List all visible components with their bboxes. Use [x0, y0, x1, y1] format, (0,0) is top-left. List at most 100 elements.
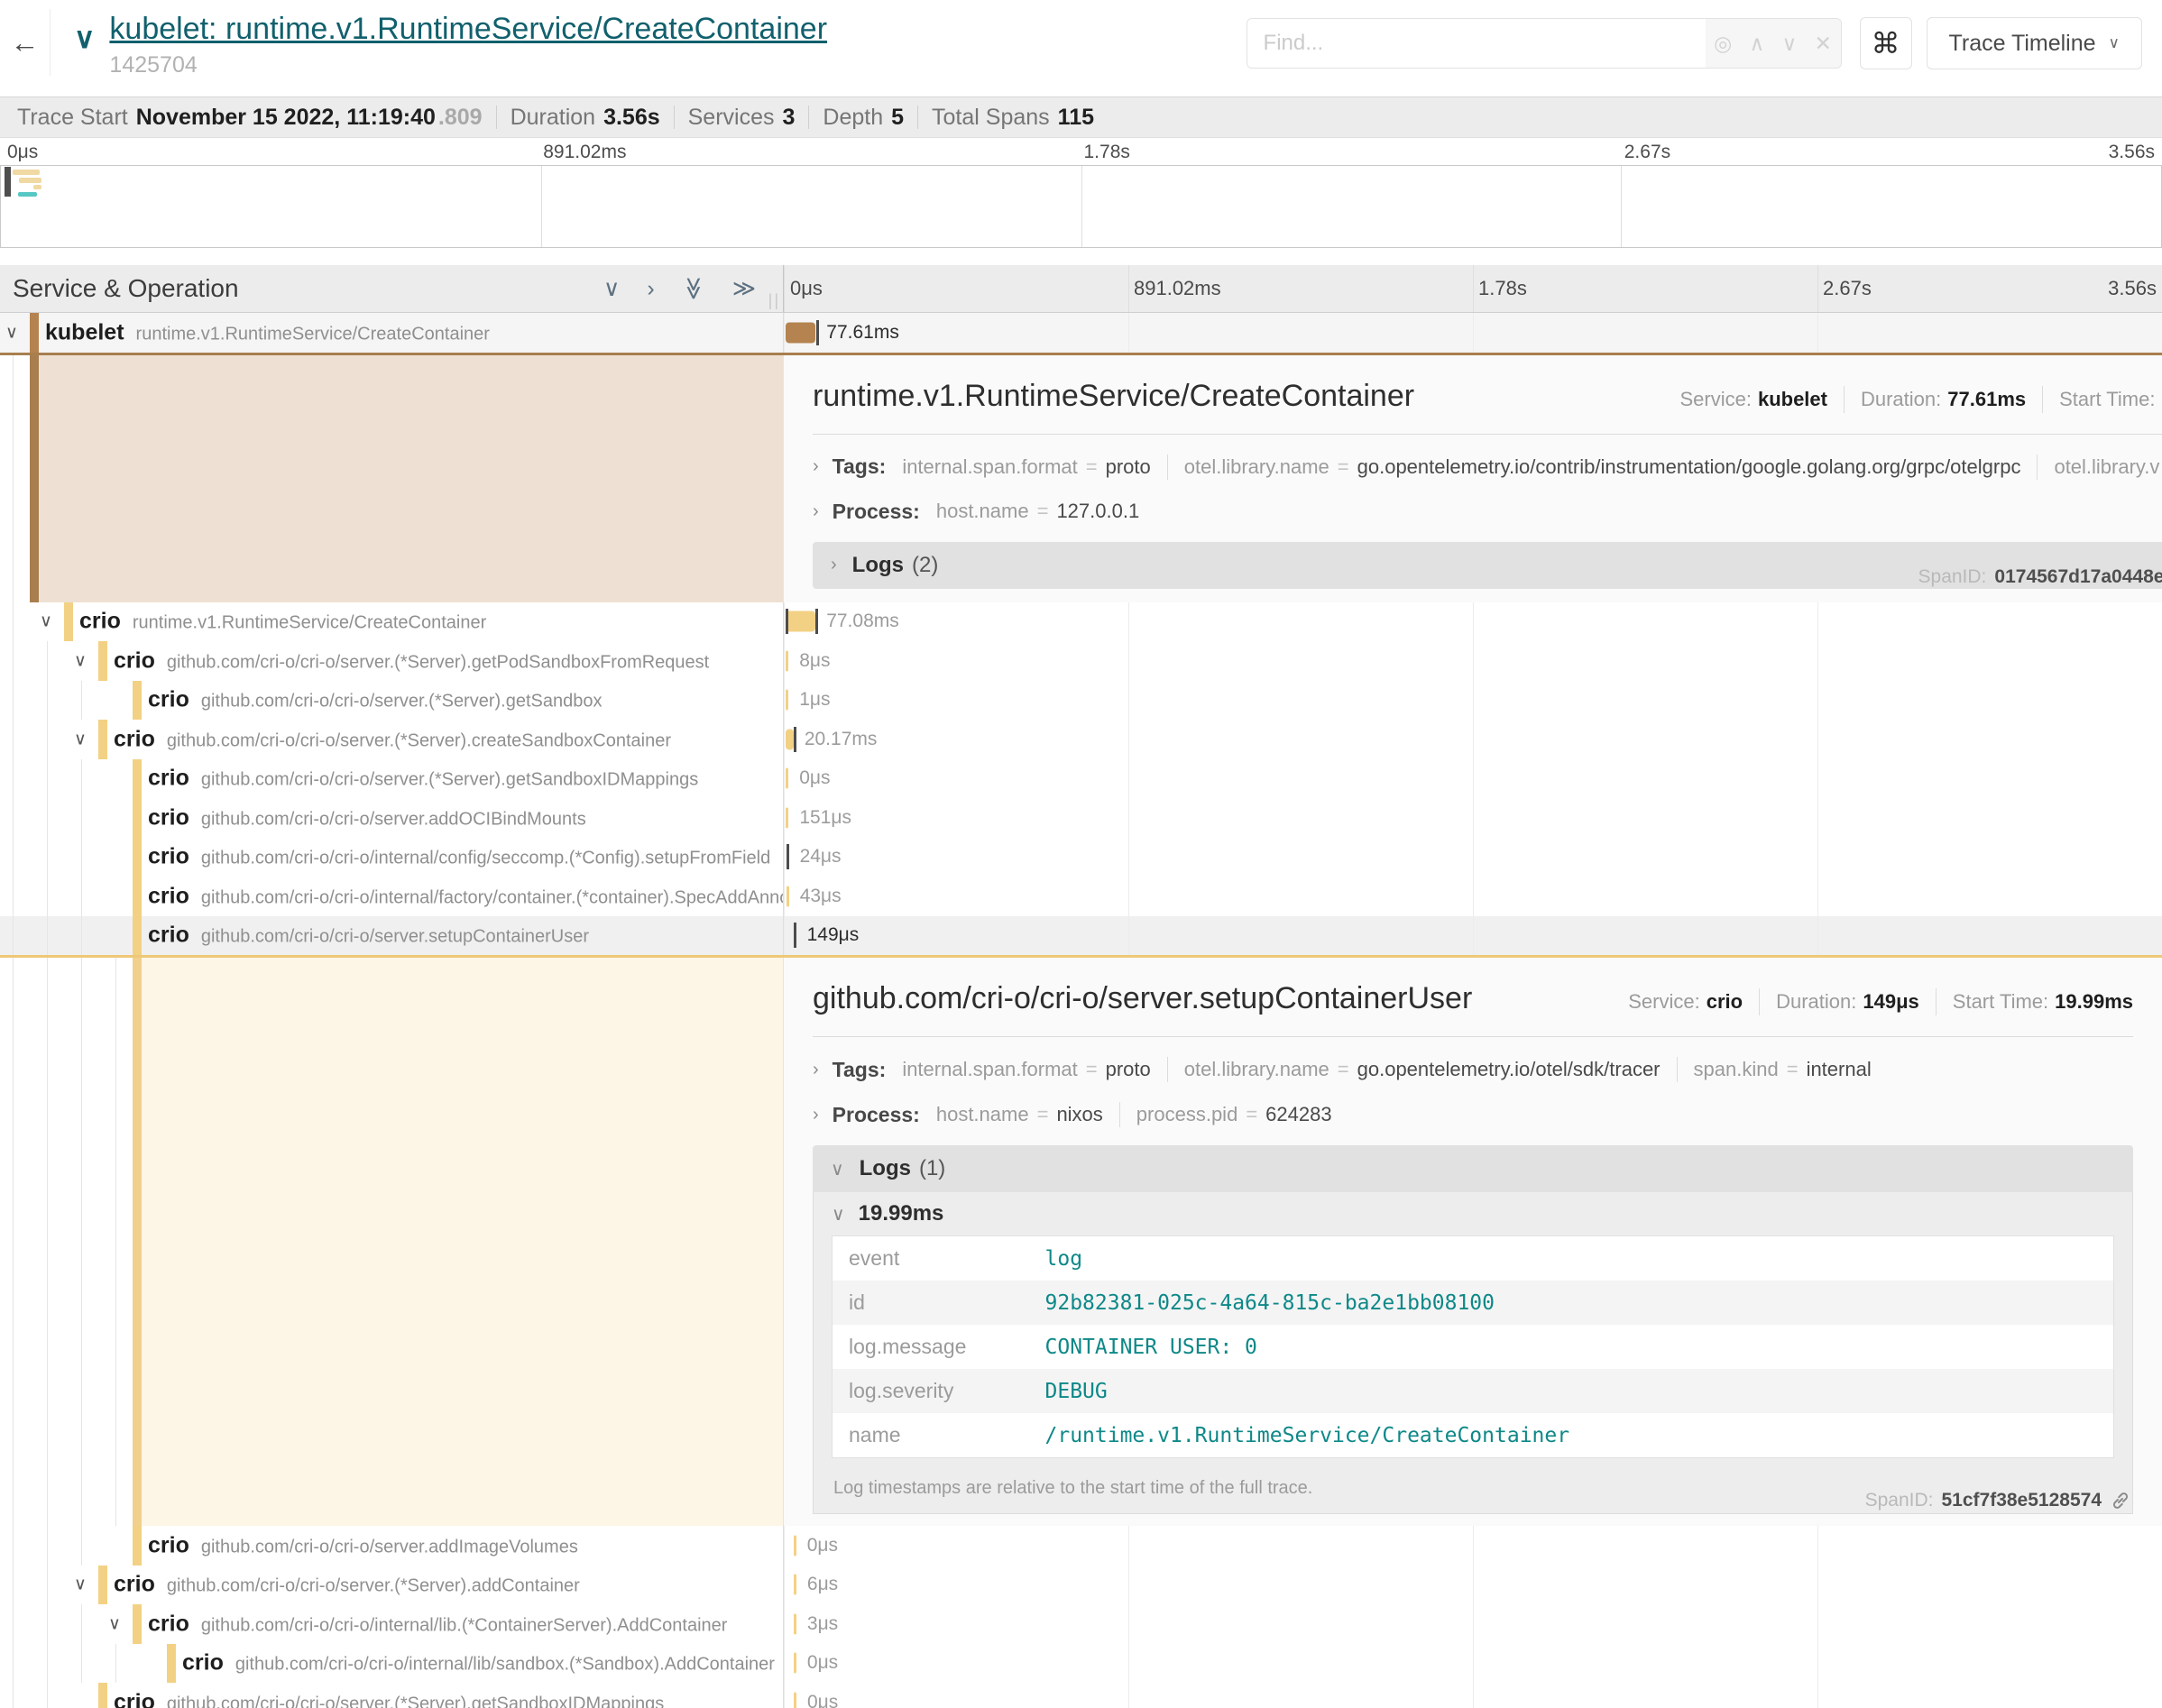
span-collapse-chevron-icon[interactable]: ∨: [108, 1613, 121, 1634]
keyboard-shortcuts-button[interactable]: ⌘: [1860, 17, 1912, 69]
span-timeline-cell[interactable]: 24μs: [784, 838, 2162, 877]
span-bar[interactable]: [786, 807, 788, 828]
find-clear-icon[interactable]: ✕: [1815, 32, 1832, 56]
span-row[interactable]: ∨criogithub.com/cri-o/cri-o/server.(*Ser…: [0, 720, 2162, 759]
logs-toggle[interactable]: ∨ Logs (1): [813, 1145, 2133, 1192]
span-collapse-chevron-icon[interactable]: ∨: [5, 322, 18, 343]
column-resize-handle[interactable]: ||: [768, 291, 780, 310]
span-name-cell[interactable]: criogithub.com/cri-o/cri-o/server.addIma…: [0, 1526, 784, 1566]
tags-row[interactable]: › Tags: internal.span.format=protootel.l…: [813, 1057, 2133, 1082]
span-row[interactable]: criogithub.com/cri-o/cri-o/server.addOCI…: [0, 798, 2162, 838]
span-name-cell[interactable]: criogithub.com/cri-o/cri-o/server.(*Serv…: [0, 681, 784, 721]
find-prev-icon[interactable]: ∧: [1749, 32, 1764, 56]
span-timeline-cell[interactable]: 0μs: [784, 1644, 2162, 1684]
operation-name: runtime.v1.RuntimeService/CreateContaine…: [136, 324, 490, 344]
trace-depth: Depth 5: [809, 105, 917, 131]
span-row[interactable]: criogithub.com/cri-o/cri-o/server.(*Serv…: [0, 681, 2162, 721]
span-timeline-cell[interactable]: 151μs: [784, 798, 2162, 838]
span-timeline-cell[interactable]: 20.17ms: [784, 720, 2162, 759]
minimap-span: [18, 192, 37, 197]
span-name-cell[interactable]: criogithub.com/cri-o/cri-o/server.addOCI…: [0, 798, 784, 838]
span-timeline-cell[interactable]: 149μs: [784, 916, 2162, 956]
span-bar[interactable]: [787, 886, 789, 906]
log-field-row: log.severityDEBUG: [833, 1369, 2114, 1413]
span-name-cell[interactable]: criogithub.com/cri-o/cri-o/server.setupC…: [0, 916, 784, 956]
span-timeline-cell[interactable]: 3μs: [784, 1604, 2162, 1644]
span-bar[interactable]: [786, 611, 815, 632]
service-color-bar: [98, 641, 107, 681]
trace-minimap[interactable]: [0, 165, 2162, 248]
find-controls: ◎ ∧ ∨ ✕: [1706, 19, 1841, 68]
span-row[interactable]: criogithub.com/cri-o/cri-o/server.setupC…: [0, 916, 2162, 956]
process-row[interactable]: › Process: host.name=127.0.0.1: [813, 500, 2162, 524]
span-timeline-cell[interactable]: 1μs: [784, 681, 2162, 721]
tags-row[interactable]: › Tags: internal.span.format=protootel.l…: [813, 455, 2162, 480]
span-row[interactable]: criogithub.com/cri-o/cri-o/server.(*Serv…: [0, 759, 2162, 799]
span-row[interactable]: ∨criogithub.com/cri-o/cri-o/server.(*Ser…: [0, 641, 2162, 681]
expand-one-icon[interactable]: ›: [647, 276, 654, 302]
span-row[interactable]: ∨kubeletruntime.v1.RuntimeService/Create…: [0, 313, 2162, 353]
span-row[interactable]: criogithub.com/cri-o/cri-o/server.addIma…: [0, 1526, 2162, 1566]
span-duration-label: 77.08ms: [826, 611, 899, 632]
span-timeline-cell[interactable]: 77.08ms: [784, 602, 2162, 642]
span-bar[interactable]: [786, 768, 788, 789]
span-duration-label: 24μs: [800, 846, 842, 868]
span-name-cell[interactable]: ∨criogithub.com/cri-o/cri-o/internal/lib…: [0, 1604, 784, 1644]
find-target-icon[interactable]: ◎: [1714, 32, 1732, 56]
span-name-cell[interactable]: criogithub.com/cri-o/cri-o/internal/conf…: [0, 838, 784, 877]
span-bar[interactable]: [786, 322, 815, 343]
span-name-cell[interactable]: criogithub.com/cri-o/cri-o/server.(*Serv…: [0, 759, 784, 799]
span-row[interactable]: criogithub.com/cri-o/cri-o/internal/conf…: [0, 838, 2162, 877]
span-name-cell[interactable]: criogithub.com/cri-o/cri-o/internal/fact…: [0, 877, 784, 916]
span-row[interactable]: criogithub.com/cri-o/cri-o/internal/lib/…: [0, 1644, 2162, 1684]
tag-item: internal.span.format=proto: [893, 1058, 1166, 1081]
view-selector-button[interactable]: Trace Timeline ∨: [1927, 17, 2142, 69]
span-timeline-cell[interactable]: 0μs: [784, 1683, 2162, 1708]
span-name-cell[interactable]: criogithub.com/cri-o/cri-o/server.(*Serv…: [0, 1683, 784, 1708]
span-bar[interactable]: [794, 1653, 796, 1674]
span-row[interactable]: ∨criogithub.com/cri-o/cri-o/server.(*Ser…: [0, 1566, 2162, 1605]
title-collapse-chevron-icon[interactable]: ∨: [74, 23, 95, 52]
link-icon[interactable]: [2110, 1490, 2131, 1511]
minimap-scrubber-handle[interactable]: [5, 167, 11, 197]
span-bar[interactable]: [794, 1535, 796, 1556]
back-button[interactable]: ←: [0, 9, 51, 76]
span-timeline-cell[interactable]: 8μs: [784, 641, 2162, 681]
minimap-span: [33, 185, 41, 189]
find-next-icon[interactable]: ∨: [1782, 32, 1798, 56]
span-name-cell[interactable]: ∨criogithub.com/cri-o/cri-o/server.(*Ser…: [0, 720, 784, 759]
span-timeline-cell[interactable]: 77.61ms: [784, 313, 2162, 353]
collapse-all-icon[interactable]: ≫: [680, 277, 707, 300]
span-bar[interactable]: [786, 650, 788, 671]
expand-all-icon[interactable]: ≫: [732, 275, 756, 302]
process-row[interactable]: › Process: host.name=nixosprocess.pid=62…: [813, 1102, 2133, 1127]
span-timeline-cell[interactable]: 43μs: [784, 877, 2162, 916]
span-name-cell[interactable]: ∨kubeletruntime.v1.RuntimeService/Create…: [0, 313, 784, 353]
find-input[interactable]: [1247, 19, 1706, 68]
collapse-one-icon[interactable]: ∨: [603, 275, 620, 302]
span-bar[interactable]: [786, 729, 794, 749]
span-collapse-chevron-icon[interactable]: ∨: [74, 650, 87, 671]
span-collapse-chevron-icon[interactable]: ∨: [74, 729, 87, 749]
span-collapse-chevron-icon[interactable]: ∨: [40, 611, 52, 632]
span-name-cell[interactable]: criogithub.com/cri-o/cri-o/internal/lib/…: [0, 1644, 784, 1684]
span-bar[interactable]: [786, 690, 788, 711]
span-row[interactable]: criogithub.com/cri-o/cri-o/internal/fact…: [0, 877, 2162, 916]
span-row[interactable]: ∨criogithub.com/cri-o/cri-o/internal/lib…: [0, 1604, 2162, 1644]
span-name-cell[interactable]: ∨criogithub.com/cri-o/cri-o/server.(*Ser…: [0, 1566, 784, 1605]
span-timeline-cell[interactable]: 6μs: [784, 1566, 2162, 1605]
log-marker: [786, 609, 788, 634]
log-entry-toggle[interactable]: ∨ 19.99ms: [814, 1192, 2132, 1235]
span-bar[interactable]: [794, 1613, 796, 1634]
span-bar[interactable]: [794, 1575, 796, 1595]
span-timeline-cell[interactable]: 0μs: [784, 759, 2162, 799]
span-timeline-cell[interactable]: 0μs: [784, 1526, 2162, 1566]
span-name-cell[interactable]: ∨criogithub.com/cri-o/cri-o/server.(*Ser…: [0, 641, 784, 681]
trace-title-link[interactable]: kubelet: runtime.v1.RuntimeService/Creat…: [109, 11, 827, 48]
service-color-bar: [133, 798, 142, 838]
span-row[interactable]: criogithub.com/cri-o/cri-o/server.(*Serv…: [0, 1683, 2162, 1708]
span-collapse-chevron-icon[interactable]: ∨: [74, 1575, 87, 1595]
span-name-cell[interactable]: ∨crioruntime.v1.RuntimeService/CreateCon…: [0, 602, 784, 642]
span-row[interactable]: ∨crioruntime.v1.RuntimeService/CreateCon…: [0, 602, 2162, 642]
span-bar[interactable]: [794, 1692, 796, 1708]
